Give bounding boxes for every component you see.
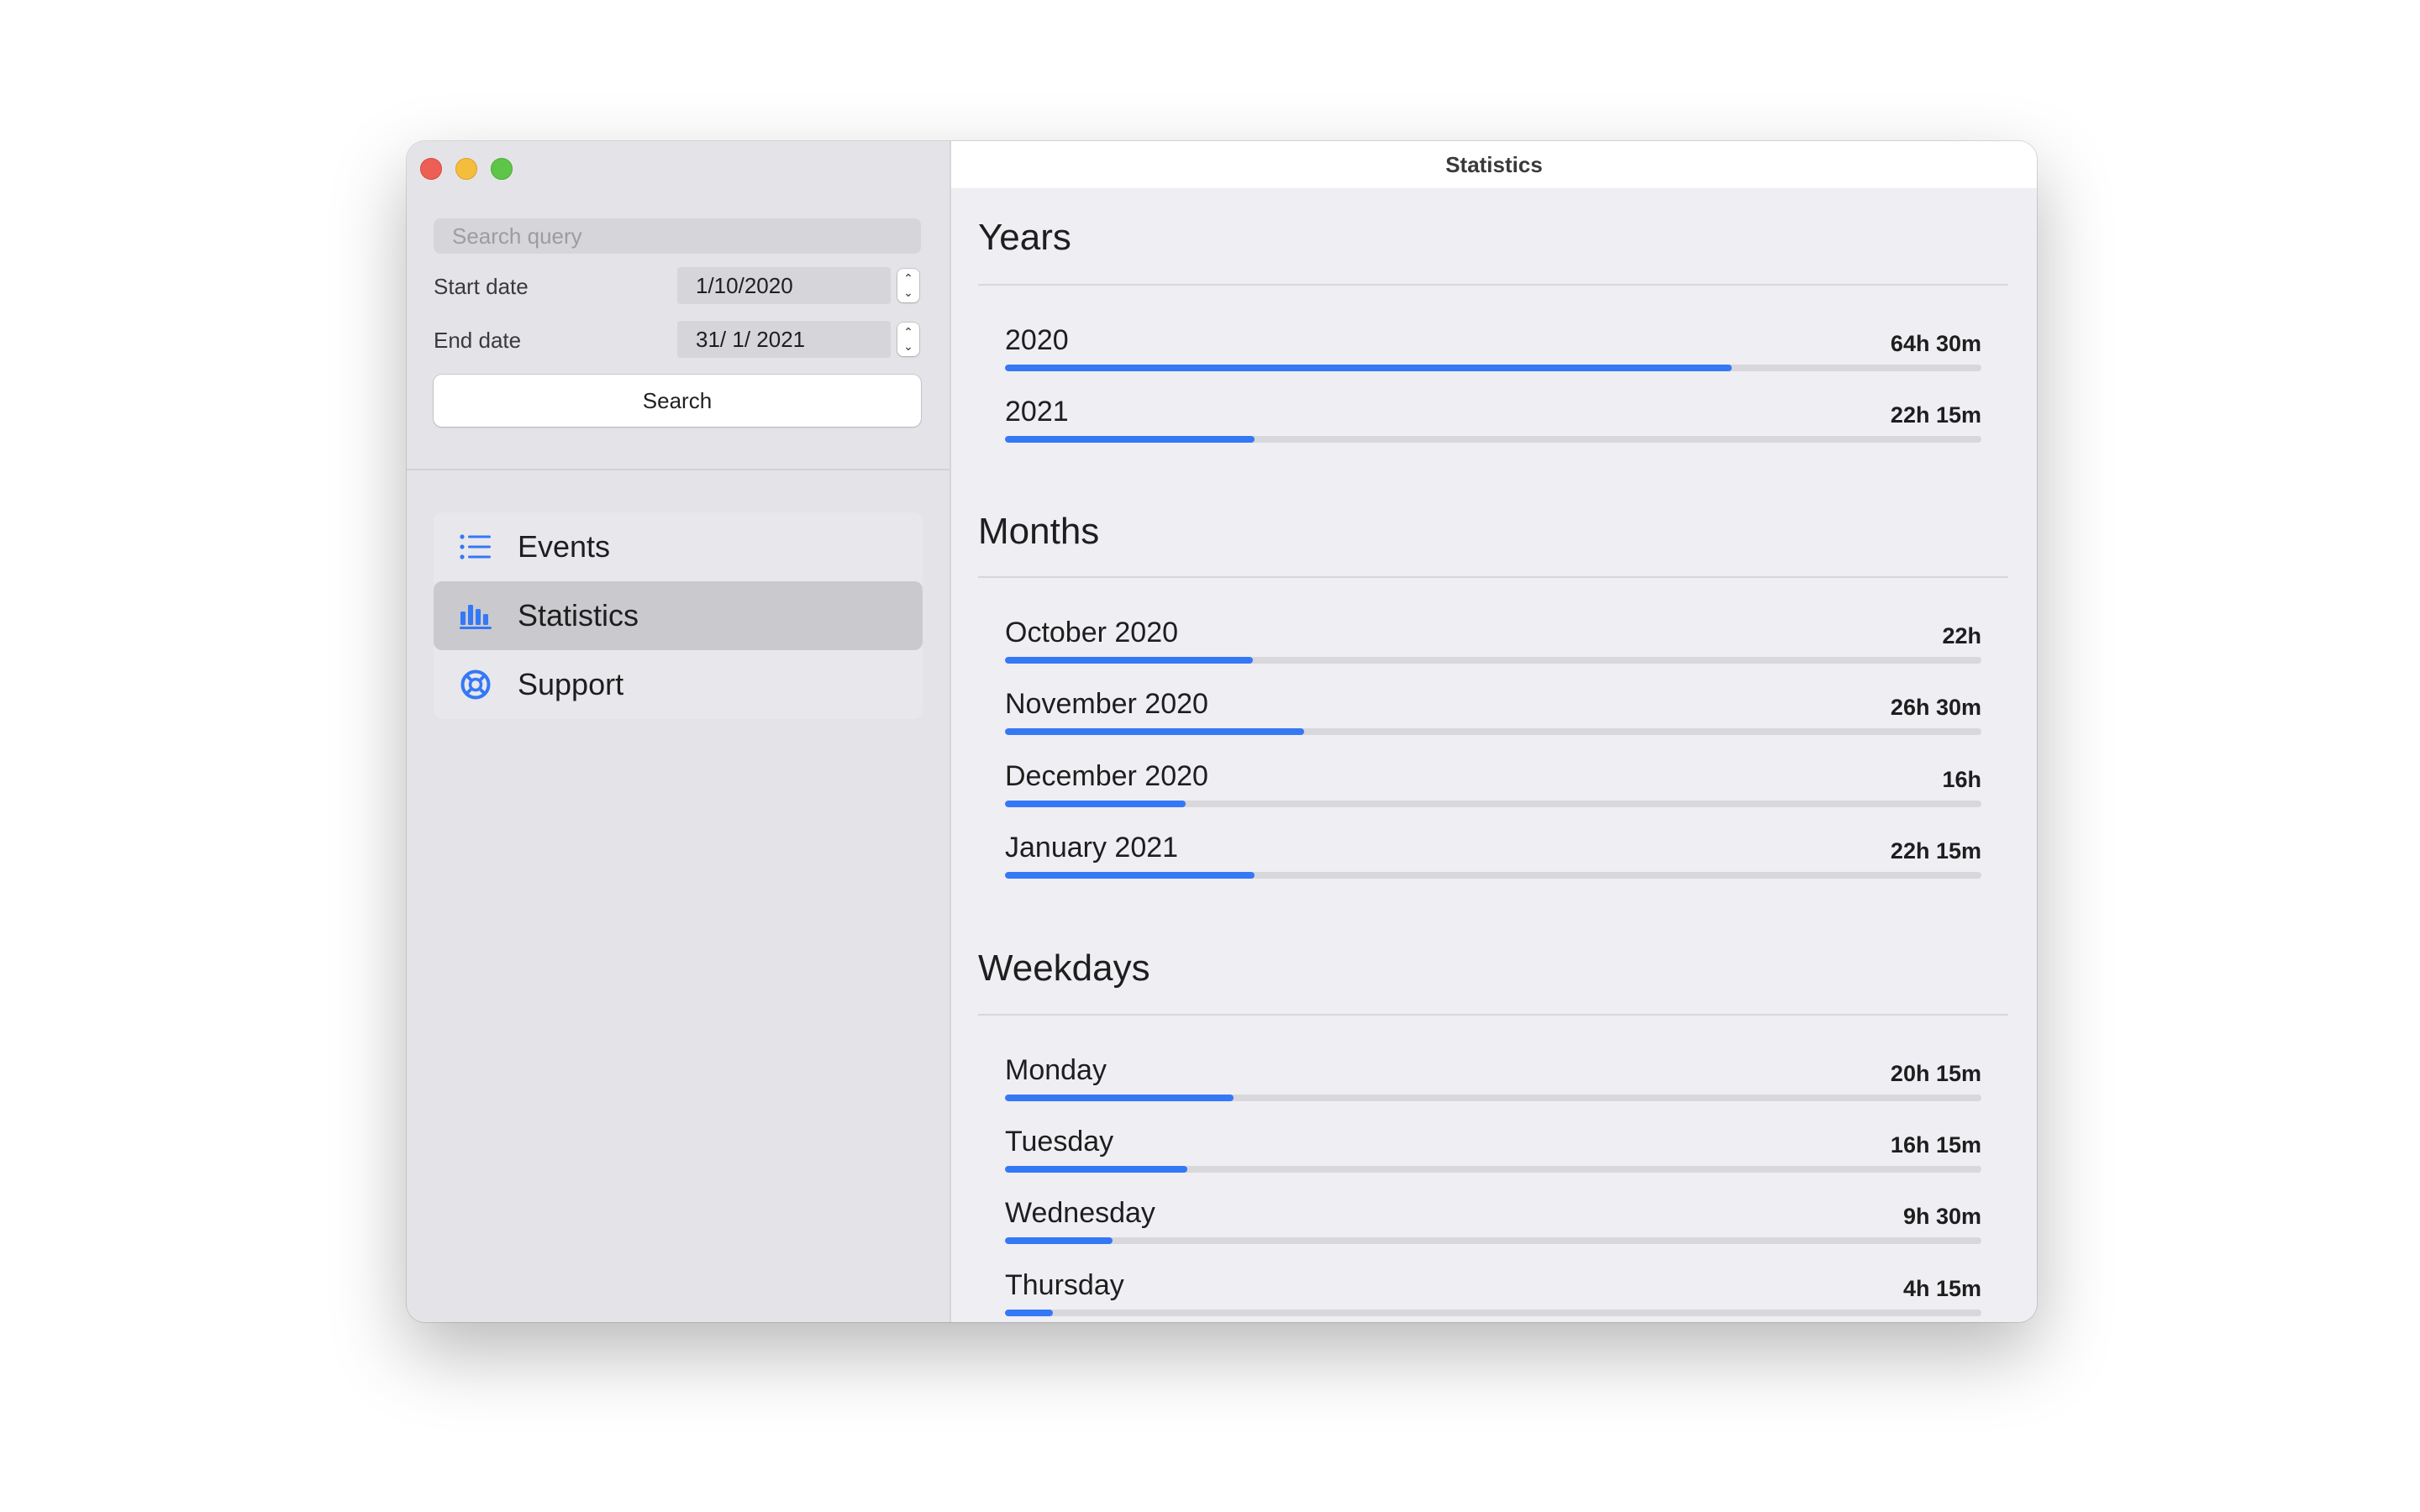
stat-bar-fill: [1005, 365, 1732, 371]
stat-label: November 2020: [1005, 688, 1208, 720]
stat-bar-track: [1005, 1095, 1981, 1101]
stat-row: 2021 22h 15m: [1005, 396, 1981, 449]
stat-value: 22h 15m: [1890, 402, 1981, 428]
start-date-row: Start date 1/10/2020 ⌃ ⌄: [434, 267, 921, 306]
section-divider: [978, 1014, 2008, 1016]
search-input[interactable]: [434, 218, 921, 254]
stat-value: 16h 15m: [1890, 1132, 1981, 1158]
end-date-field[interactable]: 31/ 1/ 2021: [677, 321, 891, 358]
stat-label: Thursday: [1005, 1269, 1124, 1301]
years-section-title: Years: [978, 217, 1071, 258]
end-date-row: End date 31/ 1/ 2021 ⌃ ⌄: [434, 321, 921, 360]
section-divider: [978, 576, 2008, 578]
stat-bar-fill: [1005, 1095, 1234, 1101]
stat-label: Monday: [1005, 1054, 1107, 1086]
stat-bar-fill: [1005, 1237, 1113, 1244]
lifebuoy-icon: [459, 668, 492, 701]
window-title: Statistics: [951, 141, 2037, 188]
minimize-window-button[interactable]: [455, 158, 477, 180]
stat-row: January 2021 22h 15m: [1005, 832, 1981, 885]
sidebar-item-support[interactable]: Support: [434, 650, 923, 719]
start-date-field[interactable]: 1/10/2020: [677, 267, 891, 304]
stat-bar-track: [1005, 1166, 1981, 1173]
stat-row: October 2020 22h: [1005, 617, 1981, 670]
end-date-label: End date: [434, 328, 522, 353]
stat-label: January 2021: [1005, 832, 1179, 864]
stat-bar-track: [1005, 1237, 1981, 1244]
search-button[interactable]: Search: [434, 375, 921, 427]
stat-label: Tuesday: [1005, 1126, 1114, 1158]
stat-bar-fill: [1005, 1166, 1188, 1173]
chevron-up-icon[interactable]: ⌃: [903, 325, 913, 339]
stat-bar-fill: [1005, 801, 1186, 807]
bar-chart-icon: [459, 599, 492, 633]
stat-bar-fill: [1005, 872, 1255, 879]
close-window-button[interactable]: [420, 158, 442, 180]
stat-value: 64h 30m: [1890, 331, 1981, 356]
stat-row: December 2020 16h: [1005, 760, 1981, 814]
chevron-down-icon[interactable]: ⌄: [903, 339, 913, 354]
stat-value: 22h: [1942, 623, 1981, 648]
sidebar-nav: Events Statistics Support: [434, 512, 923, 719]
sidebar-item-statistics[interactable]: Statistics: [434, 581, 923, 650]
stat-bar-track: [1005, 657, 1981, 664]
stat-row: Thursday 4h 15m: [1005, 1269, 1981, 1322]
end-date-stepper[interactable]: ⌃ ⌄: [897, 323, 919, 356]
stat-label: October 2020: [1005, 617, 1179, 648]
section-divider: [978, 284, 2008, 286]
sidebar-divider: [407, 469, 950, 470]
stat-label: 2021: [1005, 396, 1069, 428]
stat-value: 26h 30m: [1890, 695, 1981, 720]
start-date-label: Start date: [434, 274, 529, 299]
stat-bar-track: [1005, 1310, 1981, 1316]
stat-bar-track: [1005, 728, 1981, 735]
main-content[interactable]: Statistics Years 2020 64h 30m 2021 22h 1…: [951, 141, 2037, 1322]
sidebar-item-label: Support: [518, 667, 624, 701]
weekdays-section-title: Weekdays: [978, 948, 1150, 989]
sidebar-item-label: Statistics: [518, 598, 639, 633]
stat-bar-fill: [1005, 436, 1255, 443]
stat-bar-track: [1005, 872, 1981, 879]
stat-bar-track: [1005, 365, 1981, 371]
stat-value: 22h 15m: [1890, 838, 1981, 864]
maximize-window-button[interactable]: [491, 158, 513, 180]
chevron-up-icon[interactable]: ⌃: [903, 271, 913, 286]
stat-label: Wednesday: [1005, 1197, 1155, 1229]
stat-bar-track: [1005, 801, 1981, 807]
stat-label: December 2020: [1005, 760, 1208, 792]
sidebar: Start date 1/10/2020 ⌃ ⌄ End date 31/ 1/…: [407, 141, 951, 1322]
stat-row: Monday 20h 15m: [1005, 1054, 1981, 1108]
start-date-stepper[interactable]: ⌃ ⌄: [897, 269, 919, 302]
stat-row: 2020 64h 30m: [1005, 324, 1981, 378]
stat-label: 2020: [1005, 324, 1069, 356]
chevron-down-icon[interactable]: ⌄: [903, 286, 913, 300]
stat-bar-fill: [1005, 728, 1304, 735]
stat-value: 4h 15m: [1902, 1276, 1981, 1301]
list-icon: [459, 530, 492, 564]
stat-bar-fill: [1005, 1310, 1053, 1316]
months-section-title: Months: [978, 511, 1100, 552]
window-controls: [420, 158, 513, 180]
sidebar-item-label: Events: [518, 529, 611, 564]
stat-bar-track: [1005, 436, 1981, 443]
stat-row: Wednesday 9h 30m: [1005, 1197, 1981, 1251]
stat-value: 20h 15m: [1890, 1061, 1981, 1086]
stat-value: 16h: [1942, 767, 1981, 792]
stat-row: Tuesday 16h 15m: [1005, 1126, 1981, 1179]
app-window: Start date 1/10/2020 ⌃ ⌄ End date 31/ 1/…: [407, 141, 2037, 1322]
stat-bar-fill: [1005, 657, 1254, 664]
stat-value: 9h 30m: [1902, 1204, 1981, 1229]
sidebar-item-events[interactable]: Events: [434, 512, 923, 581]
stat-row: November 2020 26h 30m: [1005, 688, 1981, 742]
